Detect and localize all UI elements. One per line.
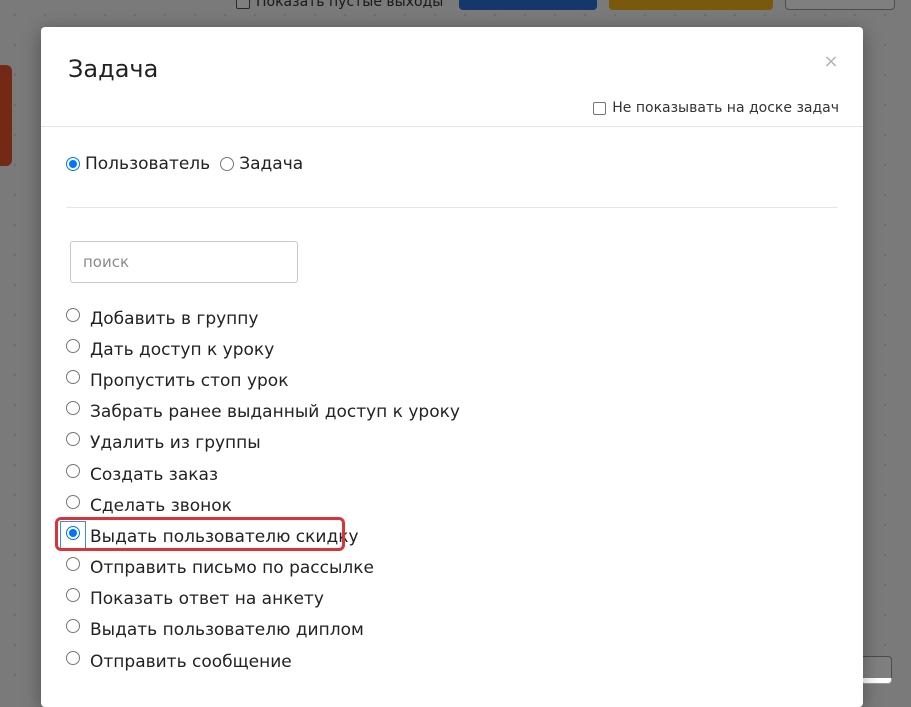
action-radio[interactable] bbox=[66, 650, 80, 665]
action-label: Удалить из группы bbox=[90, 433, 261, 454]
hide-on-board-toggle[interactable]: Не показывать на доске задач bbox=[593, 100, 839, 116]
type-user-radio[interactable] bbox=[66, 157, 80, 171]
action-label: Выдать пользователю диплом bbox=[90, 620, 364, 641]
action-revoke-lesson-access[interactable]: Забрать ранее выданный доступ к уроку bbox=[66, 396, 460, 427]
action-label: Отправить сообщение bbox=[90, 651, 292, 672]
action-radio[interactable] bbox=[66, 588, 80, 603]
action-give-discount[interactable]: Выдать пользователю скидку bbox=[55, 517, 460, 552]
action-label: Выдать пользователю скидку bbox=[90, 526, 359, 547]
modal-title: Задача bbox=[68, 55, 159, 83]
action-grant-lesson-access[interactable]: Дать доступ к уроку bbox=[66, 333, 460, 364]
action-skip-stop-lesson[interactable]: Пропустить стоп урок bbox=[66, 364, 460, 395]
action-remove-from-group[interactable]: Удалить из группы bbox=[66, 427, 460, 458]
action-radio[interactable] bbox=[66, 307, 80, 322]
task-type-switch: Пользователь Задача bbox=[66, 154, 313, 174]
action-make-call[interactable]: Сделать звонок bbox=[66, 489, 460, 520]
action-radio[interactable] bbox=[66, 401, 80, 416]
modal-header: Задача × Не показывать на доске задач bbox=[41, 27, 863, 127]
action-send-newsletter-email[interactable]: Отправить письмо по рассылке bbox=[66, 552, 460, 583]
type-task-radio[interactable] bbox=[220, 157, 235, 171]
action-radio[interactable] bbox=[66, 369, 80, 384]
action-show-survey-answer[interactable]: Показать ответ на анкету bbox=[66, 583, 460, 614]
action-label: Создать заказ bbox=[90, 464, 218, 485]
action-radio[interactable] bbox=[66, 619, 80, 634]
action-radio[interactable] bbox=[66, 338, 80, 353]
action-label: Показать ответ на анкету bbox=[90, 589, 324, 610]
action-label: Дать доступ к уроку bbox=[90, 339, 275, 360]
action-label: Добавить в группу bbox=[90, 308, 259, 329]
search-input[interactable] bbox=[70, 241, 298, 283]
action-send-message[interactable]: Отправить сообщение bbox=[66, 645, 460, 676]
type-user-label: Пользователь bbox=[85, 154, 211, 174]
type-option-task[interactable]: Задача bbox=[220, 154, 303, 174]
type-task-label: Задача bbox=[239, 154, 304, 174]
action-radio[interactable] bbox=[66, 525, 80, 540]
close-icon[interactable]: × bbox=[823, 53, 839, 71]
hide-on-board-checkbox[interactable] bbox=[593, 101, 607, 115]
action-label: Сделать звонок bbox=[90, 495, 232, 516]
action-add-to-group[interactable]: Добавить в группу bbox=[66, 302, 460, 333]
focus-ring bbox=[60, 520, 86, 549]
action-radio[interactable] bbox=[66, 557, 80, 572]
hide-on-board-label: Не показывать на доске задач bbox=[612, 100, 839, 116]
action-list: Добавить в группу Дать доступ к уроку Пр… bbox=[55, 302, 460, 676]
type-option-user[interactable]: Пользователь bbox=[66, 154, 210, 174]
action-label: Пропустить стоп урок bbox=[90, 370, 289, 391]
action-create-order[interactable]: Создать заказ bbox=[66, 458, 460, 489]
section-divider bbox=[66, 207, 838, 208]
task-modal: Задача × Не показывать на доске задач По… bbox=[41, 27, 863, 707]
action-give-diploma[interactable]: Выдать пользователю диплом bbox=[66, 614, 460, 645]
action-radio[interactable] bbox=[66, 463, 80, 478]
action-label: Отправить письмо по рассылке bbox=[90, 558, 374, 579]
action-label: Забрать ранее выданный доступ к уроку bbox=[90, 402, 460, 423]
action-radio[interactable] bbox=[66, 494, 80, 509]
action-radio[interactable] bbox=[66, 432, 80, 447]
